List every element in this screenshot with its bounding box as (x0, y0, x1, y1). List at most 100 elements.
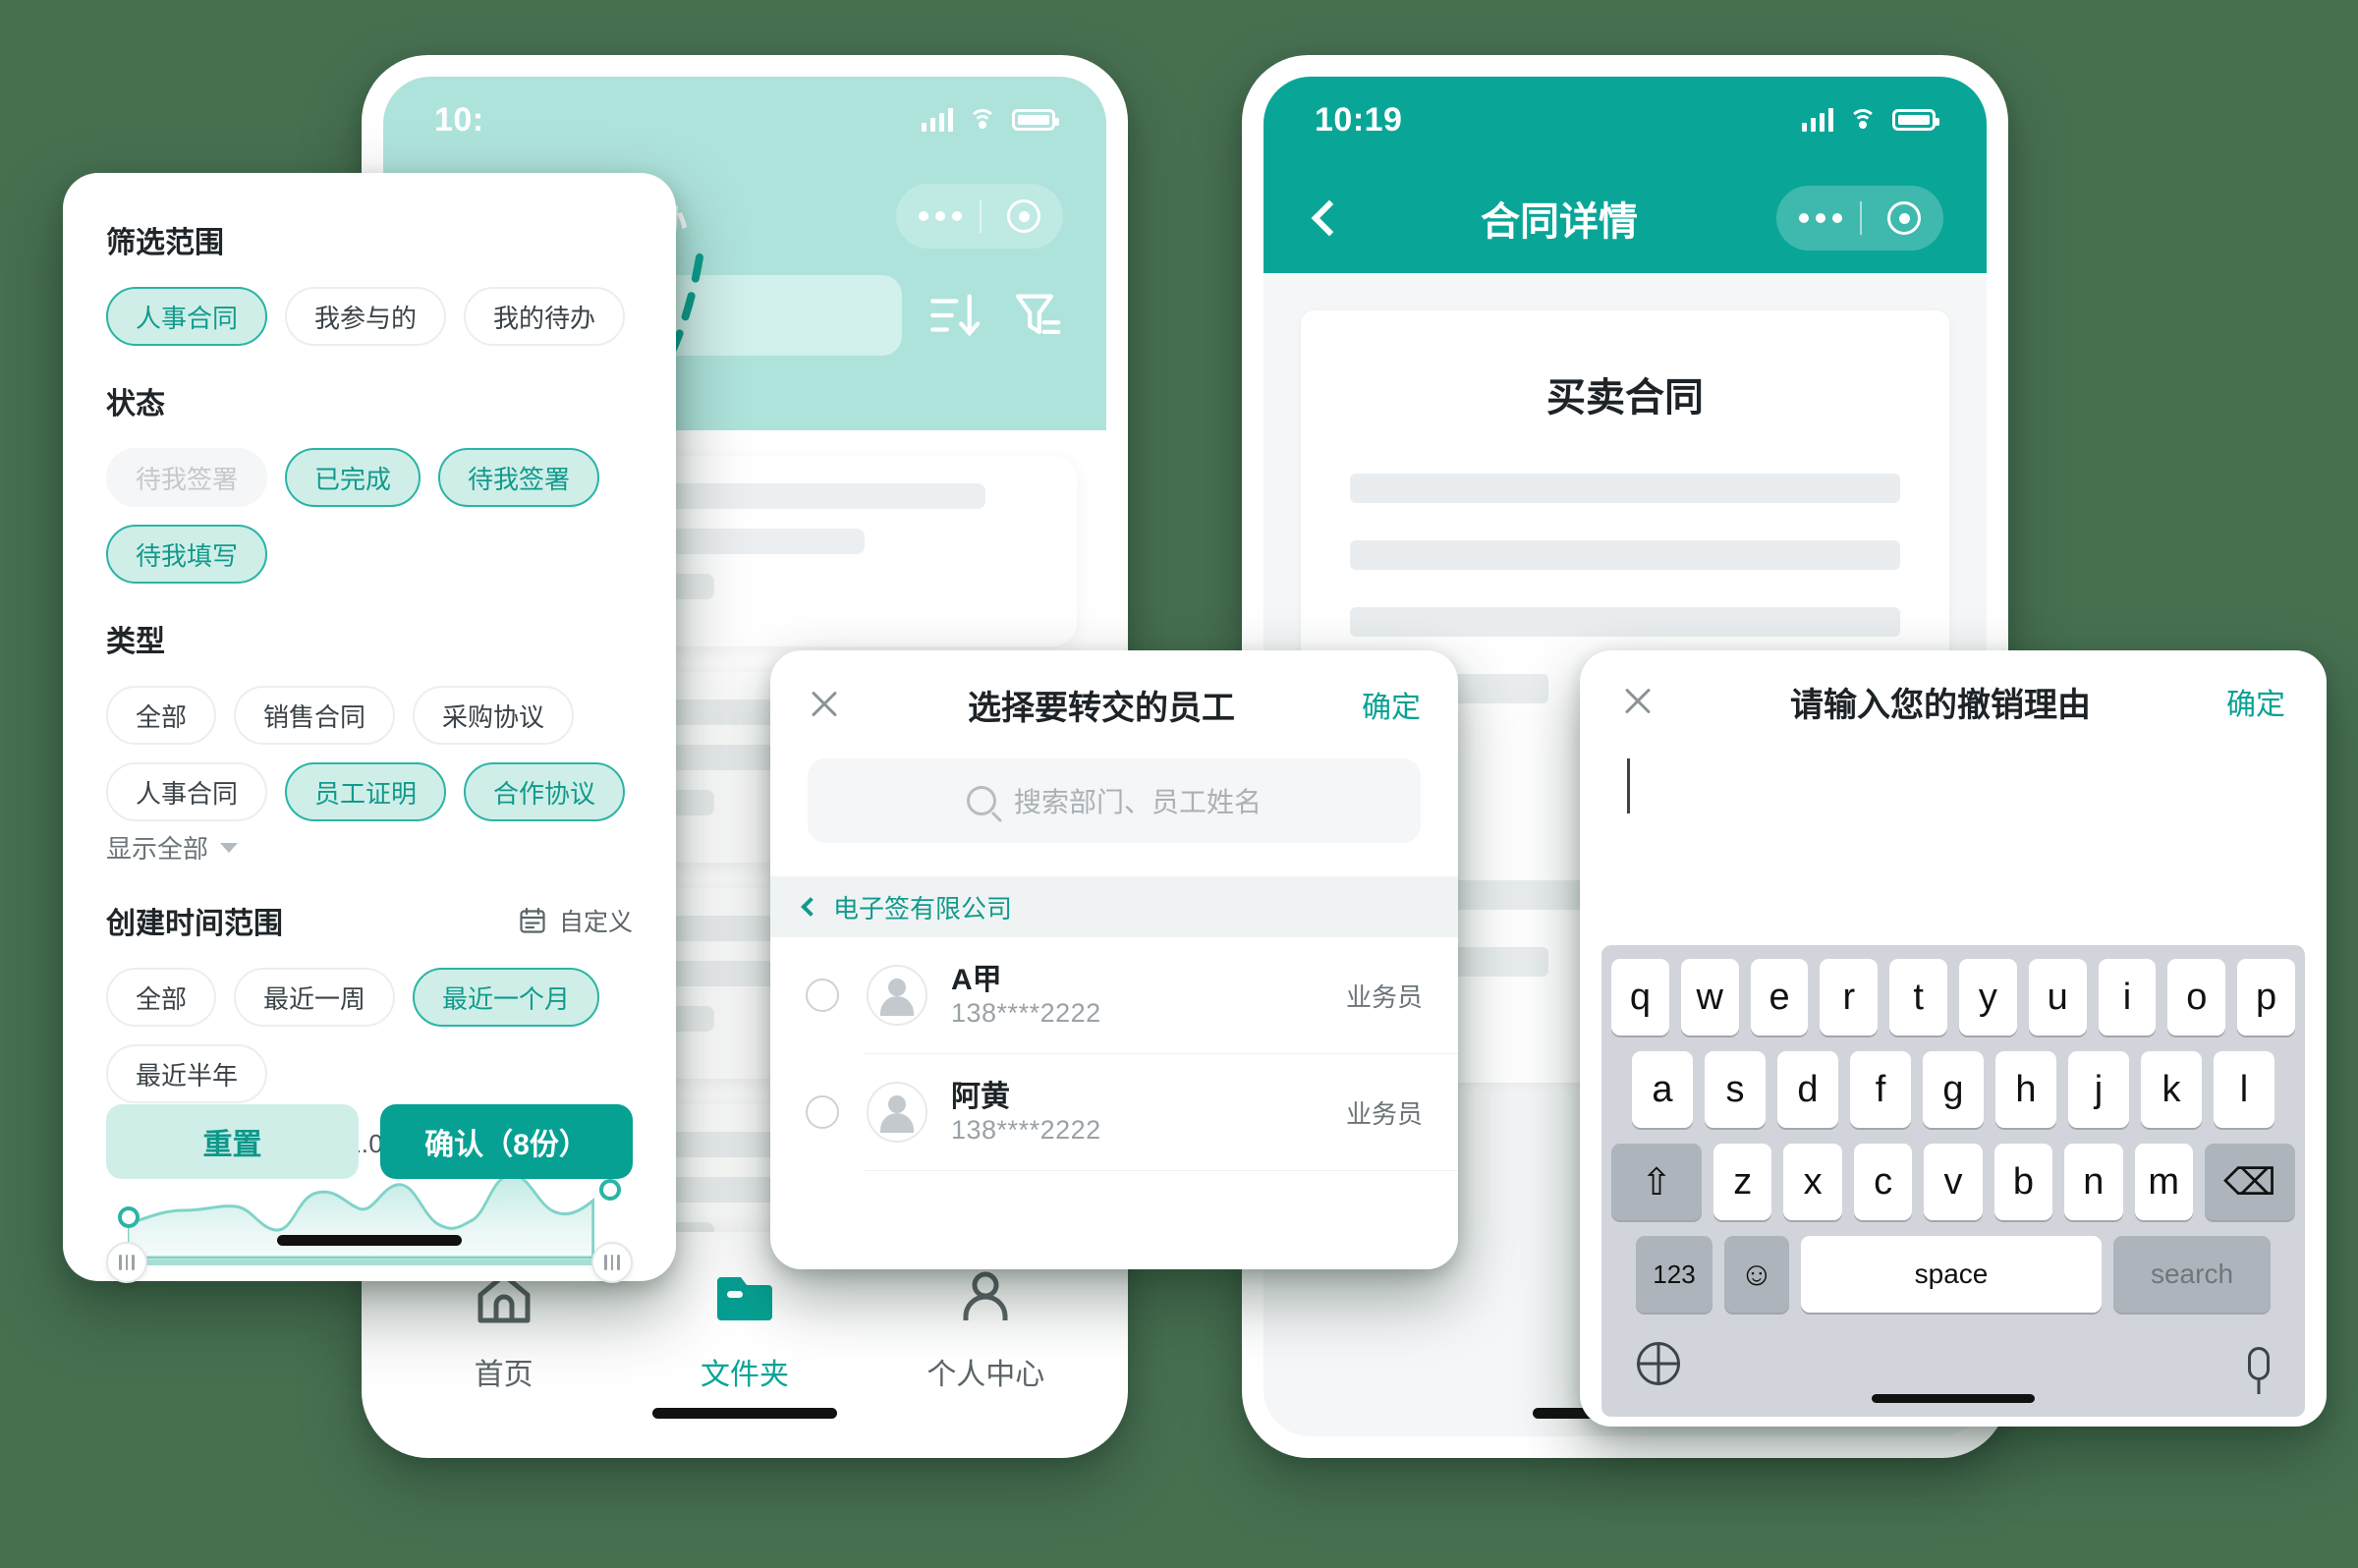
revoke-panel-header: 请输入您的撤销理由 确定 (1580, 650, 2327, 753)
employee-info-1: 阿黄 138****2222 (951, 1079, 1346, 1147)
key-s[interactable]: s (1705, 1051, 1766, 1128)
contract-page-title: 合同详情 (1481, 200, 1638, 244)
chip-type-4[interactable]: 员工证明 (285, 762, 447, 821)
key-t[interactable]: t (1889, 959, 1947, 1036)
employee-role-0: 业务员 (1345, 981, 1423, 1012)
keyboard-row-1: q w e r t y u i o p (1611, 959, 2295, 1036)
chip-status-3[interactable]: 待我填写 (106, 525, 268, 584)
more-dots-icon[interactable] (1799, 213, 1842, 223)
slider-handle-right[interactable] (591, 1242, 633, 1283)
keyboard-row-4: 123 ☺ space search (1611, 1236, 2295, 1313)
microphone-icon[interactable] (2248, 1347, 2270, 1380)
key-x[interactable]: x (1783, 1144, 1842, 1220)
shift-key[interactable]: ⇧ (1611, 1144, 1703, 1220)
employee-role-1: 业务员 (1345, 1098, 1423, 1129)
filter-type-chips: 全部 销售合同 采购协议 人事合同 员工证明 合作协议 (106, 686, 633, 821)
home-indicator (652, 1408, 837, 1419)
contract-document-title: 买卖合同 (1546, 376, 1704, 420)
confirm-button[interactable]: 确认（8份） (380, 1104, 633, 1179)
globe-icon[interactable] (1637, 1342, 1680, 1385)
key-a[interactable]: a (1632, 1051, 1693, 1128)
close-x-icon[interactable] (808, 688, 841, 721)
close-x-icon[interactable] (1621, 685, 1655, 718)
chip-scope-0[interactable]: 人事合同 (106, 287, 268, 346)
key-f[interactable]: f (1850, 1051, 1911, 1128)
key-b[interactable]: b (1993, 1144, 2053, 1220)
keyboard-row-3: ⇧ z x c v b n m ⌫ (1611, 1144, 2295, 1220)
chevron-left-icon (801, 897, 820, 917)
sort-icon[interactable] (926, 287, 982, 344)
mini-program-capsule[interactable] (896, 184, 1063, 249)
space-key[interactable]: space (1801, 1236, 2102, 1313)
target-circle-icon[interactable] (1007, 199, 1040, 233)
tab-profile-label: 个人中心 (926, 1359, 1045, 1391)
key-p[interactable]: p (2237, 959, 2295, 1036)
key-y[interactable]: y (1959, 959, 2017, 1036)
chip-type-5[interactable]: 合作协议 (464, 762, 626, 821)
emoji-key[interactable]: ☺ (1724, 1236, 1789, 1313)
chip-type-3[interactable]: 人事合同 (106, 762, 268, 821)
more-dots-icon[interactable] (919, 211, 962, 221)
key-i[interactable]: i (2098, 959, 2157, 1036)
employee-row-1[interactable]: 阿黄 138****2222 业务员 (770, 1054, 1458, 1170)
employee-radio-1[interactable] (806, 1095, 839, 1129)
key-j[interactable]: j (2068, 1051, 2129, 1128)
key-v[interactable]: v (1924, 1144, 1983, 1220)
key-z[interactable]: z (1713, 1144, 1772, 1220)
key-o[interactable]: o (2167, 959, 2226, 1036)
key-m[interactable]: m (2134, 1144, 2193, 1220)
key-e[interactable]: e (1750, 959, 1809, 1036)
chip-type-1[interactable]: 销售合同 (234, 686, 396, 745)
reset-button[interactable]: 重置 (106, 1104, 359, 1179)
key-g[interactable]: g (1923, 1051, 1984, 1128)
employee-row-0[interactable]: A甲 138****2222 业务员 (770, 937, 1458, 1053)
key-r[interactable]: r (1820, 959, 1879, 1036)
battery-icon (1892, 109, 1939, 131)
key-c[interactable]: c (1853, 1144, 1913, 1220)
return-search-key[interactable]: search (2113, 1236, 2271, 1313)
employee-search-input[interactable]: 搜索部门、员工姓名 (808, 758, 1421, 843)
backspace-key[interactable]: ⌫ (2204, 1144, 2295, 1220)
tab-folder[interactable]: 文件夹 (656, 1267, 833, 1393)
employee-name-1: 阿黄 (951, 1080, 1010, 1113)
key-k[interactable]: k (2141, 1051, 2202, 1128)
employee-confirm-button[interactable]: 确定 (1362, 683, 1421, 726)
breadcrumb[interactable]: 电子签有限公司 (770, 876, 1458, 937)
target-circle-icon[interactable] (1887, 201, 1921, 235)
text-cursor (1627, 758, 1630, 813)
custom-date-button[interactable]: 自定义 (518, 903, 633, 938)
chevron-left-icon[interactable] (1311, 199, 1348, 237)
chip-status-2[interactable]: 待我签署 (438, 448, 600, 507)
person-avatar-icon (867, 1082, 927, 1143)
chip-scope-1[interactable]: 我参与的 (285, 287, 447, 346)
chip-status-1[interactable]: 已完成 (285, 448, 421, 507)
revoke-reason-textarea[interactable] (1580, 758, 2327, 813)
slider-point-left (118, 1206, 140, 1228)
chip-type-0[interactable]: 全部 (106, 686, 217, 745)
key-q[interactable]: q (1611, 959, 1669, 1036)
funnel-filter-icon[interactable] (1006, 287, 1063, 344)
employee-info-0: A甲 138****2222 (951, 962, 1346, 1030)
date-range-slider[interactable] (106, 1167, 633, 1293)
chip-type-2[interactable]: 采购协议 (413, 686, 575, 745)
tab-profile[interactable]: 个人中心 (897, 1267, 1074, 1393)
employee-radio-0[interactable] (806, 979, 839, 1012)
key-l[interactable]: l (2214, 1051, 2274, 1128)
slider-handle-left[interactable] (106, 1242, 147, 1283)
numbers-key[interactable]: 123 (1636, 1236, 1712, 1313)
key-w[interactable]: w (1680, 959, 1739, 1036)
status-time: 10:19 (1315, 100, 1403, 139)
chip-time-2[interactable]: 最近一个月 (413, 968, 600, 1027)
show-all-toggle[interactable]: 显示全部 (106, 829, 633, 866)
key-u[interactable]: u (2028, 959, 2087, 1036)
mini-program-capsule[interactable] (1776, 186, 1943, 251)
key-n[interactable]: n (2064, 1144, 2123, 1220)
key-h[interactable]: h (1995, 1051, 2056, 1128)
key-d[interactable]: d (1777, 1051, 1838, 1128)
chip-status-0[interactable]: 待我签署 (106, 448, 268, 507)
revoke-confirm-button[interactable]: 确定 (2226, 680, 2285, 723)
chip-time-3[interactable]: 最近半年 (106, 1044, 268, 1103)
chip-time-1[interactable]: 最近一周 (234, 968, 396, 1027)
chip-scope-2[interactable]: 我的待办 (464, 287, 626, 346)
chip-time-0[interactable]: 全部 (106, 968, 217, 1027)
